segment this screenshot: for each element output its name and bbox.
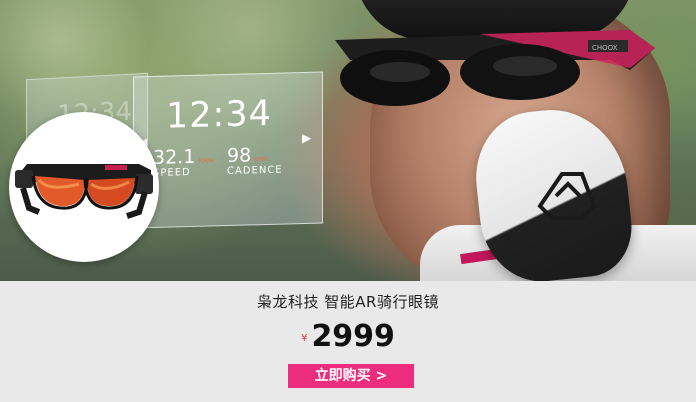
hud-cadence: 98 RPM CADENCE: [227, 144, 283, 177]
ar-glasses-icon: CHOOX: [335, 30, 655, 106]
glove-logo-icon: [537, 172, 597, 220]
cadence-label: CADENCE: [227, 164, 283, 178]
hud-speed: 32.1 KM/H SPEED: [153, 145, 214, 179]
price-value: 2999: [311, 319, 395, 354]
product-thumbnail[interactable]: [9, 112, 159, 262]
buy-now-button[interactable]: 立即购买 >: [288, 364, 414, 388]
currency-symbol: ¥: [301, 333, 308, 344]
cadence-value: 98: [227, 144, 252, 168]
speed-value: 32.1: [153, 145, 196, 169]
svg-text:CHOOX: CHOOX: [592, 44, 618, 52]
product-info: 枭龙科技 智能AR骑行眼镜 ¥2999 立即购买 >: [0, 281, 696, 402]
price-row: ¥2999: [0, 319, 696, 354]
cadence-unit: RPM: [254, 155, 268, 164]
product-glasses-icon: [15, 164, 153, 219]
hud-panel: ◀ 12:34 32.1KM/H SPEED 98RPM CADENCE ▶: [133, 71, 323, 229]
hero-banner[interactable]: CHOOX 12:34 ◀ 12:34 32.1KM/H SPEED 98RPM…: [0, 0, 696, 281]
speed-unit: KM/H: [198, 157, 214, 165]
hud-time: 12:34: [166, 93, 272, 137]
speed-label: SPEED: [153, 166, 191, 179]
hud-right-arrow-icon[interactable]: ▶: [302, 131, 311, 145]
product-title[interactable]: 枭龙科技 智能AR骑行眼镜: [0, 291, 696, 312]
